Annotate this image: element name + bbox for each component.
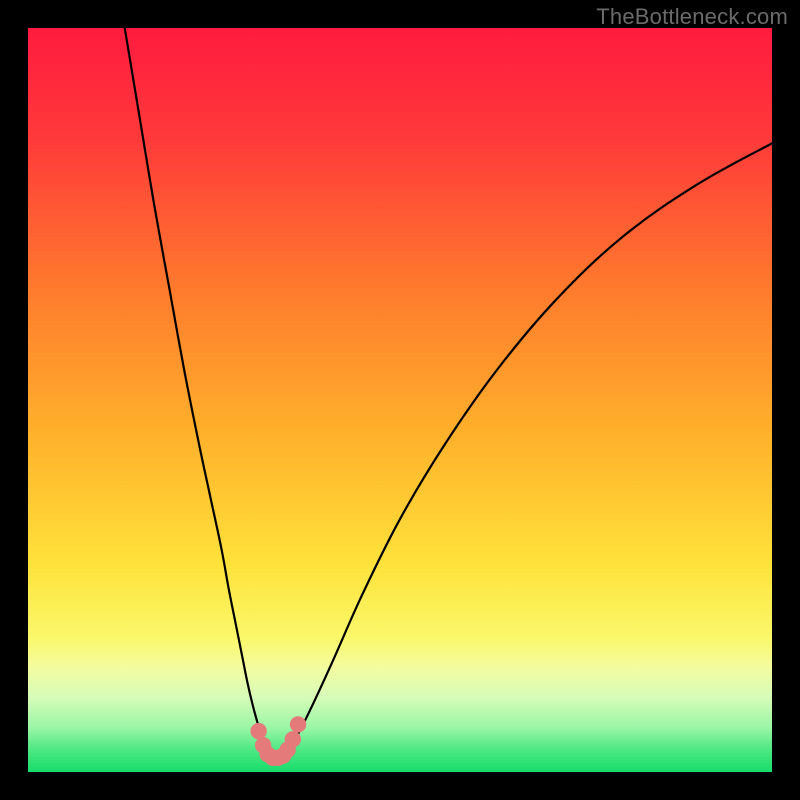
plot-area: [28, 28, 772, 772]
watermark-text: TheBottleneck.com: [596, 4, 788, 30]
chart-frame: TheBottleneck.com: [0, 0, 800, 800]
gradient-background: [28, 28, 772, 772]
valley-marker: [285, 731, 301, 747]
valley-marker: [250, 723, 266, 739]
bottleneck-chart: [28, 28, 772, 772]
valley-marker: [290, 716, 306, 732]
